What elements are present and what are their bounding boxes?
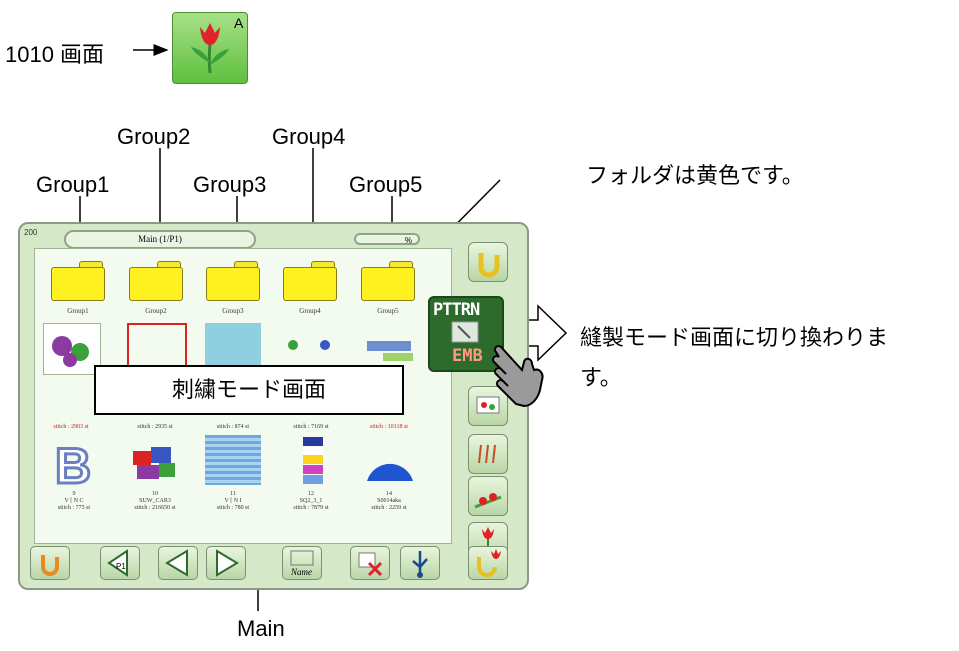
- embroidery-mode-label: 刺繍モード画面: [94, 365, 404, 415]
- needle-icon: [451, 321, 479, 343]
- pattern-thumb[interactable]: [43, 323, 101, 375]
- stitch-count: stitch : 2903 st: [53, 424, 89, 430]
- stitch-count: stitch : 2935 st: [137, 424, 173, 430]
- prev-page-button[interactable]: P1: [100, 546, 140, 580]
- tulip-return-button[interactable]: [468, 546, 508, 580]
- embroidery-app-icon[interactable]: A: [172, 12, 248, 84]
- stitch-count: stitch : 780 st: [216, 505, 250, 511]
- flower-icon: [474, 493, 502, 509]
- delete-icon: [358, 552, 383, 577]
- left-arrow-icon: [165, 549, 188, 577]
- pattern-no: 14: [386, 491, 392, 497]
- main-label: Main: [237, 616, 285, 641]
- thread-icon: [478, 444, 496, 464]
- group5-label: Group5: [349, 172, 423, 197]
- folder-note: フォルダは黄色です。: [586, 163, 804, 188]
- pattern-thumb[interactable]: [293, 435, 349, 485]
- stitch-count: stitch : 216650 st: [134, 505, 176, 511]
- folder-group1[interactable]: [51, 261, 105, 301]
- return-arrow-icon: [478, 253, 500, 278]
- group1-label: Group1: [36, 172, 110, 197]
- pointing-hand-icon: [491, 345, 544, 408]
- pattern-no: 10: [152, 491, 158, 497]
- stitch-count: stitch : 10118 st: [370, 424, 408, 430]
- badge-a: A: [234, 15, 244, 31]
- pattern-name: V [ N C: [64, 498, 84, 504]
- pattern-thumb[interactable]: [361, 445, 417, 495]
- stitch-count: stitch : 874 st: [216, 424, 250, 430]
- pattern-caption: 11 V [ N Istitch : 780 st: [198, 491, 268, 512]
- folder-group5[interactable]: [361, 261, 415, 301]
- pattern-thumb[interactable]: [127, 439, 183, 489]
- stitch-count: stitch : 7879 st: [293, 505, 329, 511]
- back-icon: [41, 555, 59, 576]
- folder-name: Group1: [67, 307, 89, 315]
- flower-button[interactable]: [468, 476, 508, 516]
- pattern-caption: 10 SUW_CAR3 stitch : 216650 st: [120, 491, 190, 512]
- pattern-name: V [ N I: [224, 498, 242, 504]
- pattern-name: SQ2_3_1: [299, 498, 323, 504]
- pattern-caption: 9V [ N Cstitch : 775 st: [39, 491, 109, 512]
- back-button[interactable]: [30, 546, 70, 580]
- folder-group2[interactable]: [129, 261, 183, 301]
- return-button[interactable]: [468, 242, 508, 282]
- page-number: 200: [24, 228, 38, 237]
- stitch-count: stitch : 775 st: [57, 505, 91, 511]
- folder-group3[interactable]: [206, 261, 260, 301]
- pattern-no: 11: [230, 491, 236, 497]
- pattern-caption: 14 S0014aka stitch : 2259 st: [354, 491, 424, 512]
- prev-button[interactable]: [158, 546, 198, 580]
- next-button[interactable]: [206, 546, 246, 580]
- pattern-name: SUW_CAR3: [139, 498, 171, 504]
- folder-group4[interactable]: [283, 261, 337, 301]
- svg-text:B: B: [55, 439, 91, 489]
- name-sort-button[interactable]: Name: [282, 546, 322, 580]
- name-button-label: Name: [290, 567, 312, 577]
- thread-button[interactable]: [468, 434, 508, 474]
- pattern-no: 12: [308, 491, 314, 497]
- delete-button[interactable]: [350, 546, 390, 580]
- pattern-caption: 12 SQ2_3_1 stitch : 7879 st: [276, 491, 346, 512]
- stitch-count: stitch : 7169 st: [293, 424, 329, 430]
- switch-note: 縫製モード画面に切り換わりま: [580, 325, 889, 350]
- folder-name: Group5: [377, 307, 399, 315]
- pattern-no: 9: [72, 491, 76, 497]
- tulip-return-icon: [477, 549, 501, 577]
- group4-label: Group4: [272, 124, 346, 149]
- usb-button[interactable]: [400, 546, 440, 580]
- pattern-thumb[interactable]: [205, 435, 261, 485]
- group3-label: Group3: [193, 172, 267, 197]
- mode-button-bottom: EMB: [452, 346, 483, 366]
- stitch-count: stitch : 2259 st: [371, 505, 407, 511]
- pattern-thumb-b[interactable]: B: [47, 437, 103, 496]
- mode-button-top: PTTRN: [433, 300, 480, 320]
- usb-icon: [412, 551, 428, 578]
- folder-title: Main (1/P1): [64, 230, 256, 249]
- switch-note-2: す。: [580, 365, 622, 390]
- group2-label: Group2: [117, 124, 191, 149]
- folder-name: Group2: [145, 307, 167, 315]
- folder-name: Group3: [222, 307, 244, 315]
- name-icon: Name: [290, 550, 314, 577]
- page-prev-icon: P1: [107, 549, 128, 577]
- right-arrow-icon: [216, 549, 239, 577]
- screen-ref-label: 1010 画面: [5, 42, 105, 67]
- progress-pill: %: [354, 233, 420, 245]
- folder-name: Group4: [299, 307, 321, 315]
- pattern-name: S0014aka: [377, 498, 401, 504]
- page-button-label: P1: [116, 562, 126, 571]
